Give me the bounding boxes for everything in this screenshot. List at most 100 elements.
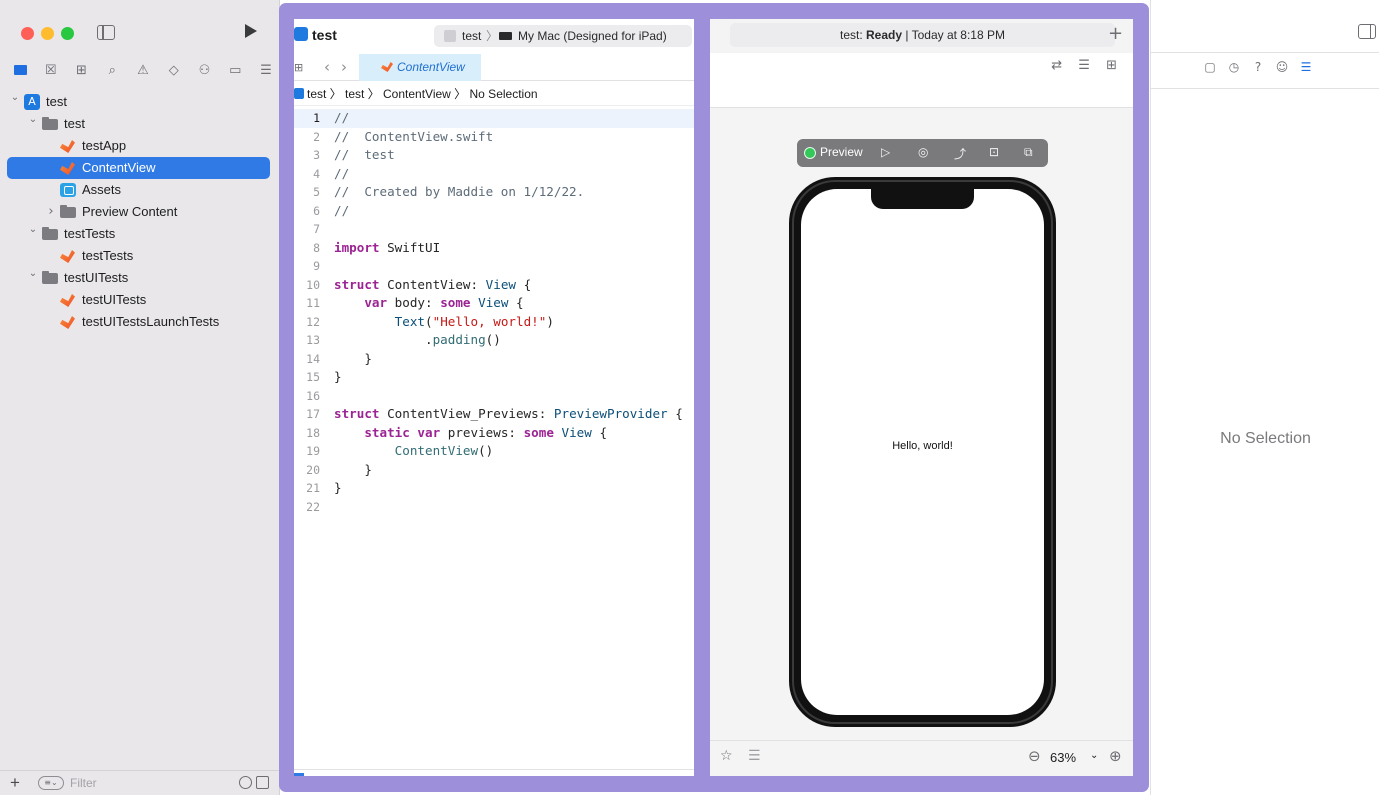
device-settings-icon[interactable]: ⊡ bbox=[989, 145, 999, 159]
editor-options-icons[interactable]: ⇄ ☰ ⊞ bbox=[1051, 58, 1123, 73]
back-chevron-icon[interactable]: ‹ bbox=[324, 58, 330, 76]
disclosure-closed-icon[interactable]: › bbox=[46, 201, 56, 223]
source-control-icon[interactable]: ☒ bbox=[43, 62, 59, 78]
code-area[interactable]: 1 // 2 // ContentView.swift 3 // test 4 // 5 // C… bbox=[294, 109, 694, 516]
report-icon[interactable]: ☰ bbox=[258, 62, 274, 78]
code-line[interactable]: 21} bbox=[294, 479, 694, 498]
device-screen[interactable]: Hello, world! bbox=[801, 189, 1044, 715]
tree-item[interactable]: › Preview Content bbox=[0, 201, 280, 223]
code-line[interactable]: 4 // bbox=[294, 165, 694, 184]
code-line[interactable]: 22 bbox=[294, 498, 694, 517]
help-icon[interactable]: ? bbox=[1251, 60, 1265, 76]
minimize-window-button[interactable] bbox=[41, 27, 54, 40]
related-items-icon[interactable]: ⊞ bbox=[294, 61, 303, 74]
code-line[interactable]: 7 bbox=[294, 220, 694, 239]
jump-bar[interactable]: test 〉 test 〉 ContentView 〉 No Selection bbox=[294, 82, 694, 106]
code-line[interactable]: 5 // Created by Maddie on 1/12/22. bbox=[294, 183, 694, 202]
scheme-selector[interactable]: test 〉 My Mac (Designed for iPad) bbox=[434, 25, 692, 47]
add-editor-button[interactable]: + bbox=[1108, 23, 1123, 44]
inspector-tab-bar: ▢ ◷? ☺ ☰ bbox=[1203, 60, 1313, 76]
tree-item[interactable]: Assets bbox=[0, 179, 280, 201]
recent-files-filter-icon[interactable] bbox=[239, 776, 252, 789]
warning-icon[interactable]: ⚠ bbox=[135, 62, 151, 78]
tree-item[interactable]: ⌄ testTests bbox=[0, 223, 280, 245]
filter-options-icon[interactable]: ≡⌄ bbox=[38, 776, 64, 790]
code-line[interactable]: 6 // bbox=[294, 202, 694, 221]
line-number: 13 bbox=[306, 333, 320, 347]
tree-item[interactable]: ContentView bbox=[7, 157, 270, 179]
line-number: 18 bbox=[306, 425, 320, 440]
line-number: 4 bbox=[313, 166, 320, 181]
add-file-button[interactable]: + bbox=[10, 773, 20, 793]
scheme-name[interactable]: test bbox=[462, 25, 481, 47]
preview-label[interactable]: Preview bbox=[820, 145, 863, 159]
close-window-button[interactable] bbox=[21, 27, 34, 40]
symbol-icon[interactable]: ⊞ bbox=[74, 62, 90, 78]
run-button[interactable] bbox=[245, 24, 257, 38]
tree-item[interactable]: ⌄ test bbox=[0, 113, 280, 135]
clock-icon[interactable]: ◷ bbox=[1227, 60, 1241, 76]
code-line[interactable]: 2 // ContentView.swift bbox=[294, 128, 694, 147]
disclosure-open-icon[interactable]: ⌄ bbox=[10, 87, 20, 109]
sidebar-toggle-icon[interactable] bbox=[97, 25, 115, 40]
code-line[interactable]: 14 } bbox=[294, 350, 694, 369]
search-icon[interactable]: ⌕ bbox=[104, 62, 120, 78]
source-control-filter-icon[interactable] bbox=[256, 776, 269, 789]
zoom-out-icon[interactable]: ⊖ bbox=[1028, 747, 1041, 765]
tree-item[interactable]: testUITestsLaunchTests bbox=[0, 311, 280, 333]
live-preview-icon[interactable]: ▷ bbox=[881, 145, 890, 159]
rotate-device-icon[interactable]: ⤴ bbox=[954, 145, 966, 162]
disclosure-open-icon[interactable]: ⌄ bbox=[28, 109, 38, 131]
disclosure-open-icon[interactable]: ⌄ bbox=[28, 263, 38, 285]
navigator-filter-input[interactable] bbox=[70, 775, 210, 791]
tab-contentview[interactable]: ContentView bbox=[359, 54, 481, 81]
code-line[interactable]: 3 // test bbox=[294, 146, 694, 165]
diamond-icon[interactable]: ◇ bbox=[166, 62, 182, 78]
accessibility-icon[interactable]: ☺ bbox=[1275, 60, 1289, 76]
pin-icon[interactable]: ☆ bbox=[720, 748, 733, 764]
code-line[interactable]: 9 bbox=[294, 257, 694, 276]
run-destination[interactable]: My Mac (Designed for iPad) bbox=[518, 25, 667, 47]
forward-chevron-icon[interactable]: › bbox=[341, 58, 347, 76]
code-line[interactable]: 13 .padding() bbox=[294, 331, 694, 350]
zoom-window-button[interactable] bbox=[61, 27, 74, 40]
line-number: 5 bbox=[313, 185, 320, 199]
zoom-chevron-down-icon[interactable]: ⌄ bbox=[1090, 750, 1098, 761]
canvas-bottom-bar: ☆ ☰ ⊖ 63% ⌄ ⊕ bbox=[710, 740, 1133, 776]
code-line[interactable]: 20 } bbox=[294, 461, 694, 480]
zoom-level[interactable]: 63% bbox=[1050, 750, 1076, 765]
code-line[interactable]: 10 struct ContentView: View { bbox=[294, 276, 694, 295]
document-icon[interactable]: ▢ bbox=[1203, 60, 1217, 76]
code-text: struct ContentView_Previews: PreviewProv… bbox=[334, 405, 683, 424]
code-line[interactable]: 8 import SwiftUI bbox=[294, 239, 694, 258]
folder-icon[interactable] bbox=[12, 62, 28, 78]
zoom-in-icon[interactable]: ⊕ bbox=[1109, 747, 1122, 765]
debug-icon[interactable]: ⚇ bbox=[197, 62, 213, 78]
jump-bar-path[interactable]: test 〉 test 〉 ContentView 〉 No Selection bbox=[307, 82, 538, 106]
variants-icon[interactable]: ☰ bbox=[748, 748, 761, 764]
tree-item[interactable]: ⌄ testUITests bbox=[0, 267, 280, 289]
disclosure-open-icon[interactable]: ⌄ bbox=[28, 219, 38, 241]
breakpoint-icon[interactable]: ▭ bbox=[227, 62, 243, 78]
tree-item[interactable]: ⌄ Atest bbox=[0, 91, 280, 113]
code-line[interactable]: 1 // bbox=[294, 109, 694, 128]
tree-item[interactable]: testTests bbox=[0, 245, 280, 267]
inspector-toggle-icon[interactable] bbox=[1358, 24, 1376, 39]
tree-item[interactable]: testApp bbox=[0, 135, 280, 157]
code-line[interactable]: 17 struct ContentView_Previews: PreviewPr… bbox=[294, 405, 694, 424]
code-line[interactable]: 16 bbox=[294, 387, 694, 406]
preview-canvas: test: Ready | Today at 8:18 PM + ⇄ ☰ ⊞ P… bbox=[710, 19, 1133, 776]
inspect-preview-icon[interactable]: ◎ bbox=[918, 145, 928, 159]
code-line[interactable]: 18 static var previews: some View { bbox=[294, 424, 694, 443]
sliders-icon[interactable]: ☰ bbox=[1299, 60, 1313, 76]
tree-item[interactable]: testUITests bbox=[0, 289, 280, 311]
function-name: ContentView bbox=[394, 443, 479, 458]
editor-status-bar bbox=[294, 769, 694, 776]
code-line[interactable]: 15} bbox=[294, 368, 694, 387]
duplicate-preview-icon[interactable]: ⧉ bbox=[1024, 145, 1033, 160]
code-line[interactable]: 11 var body: some View { bbox=[294, 294, 694, 313]
code-line[interactable]: 19 ContentView() bbox=[294, 442, 694, 461]
line-number: 14 bbox=[306, 351, 320, 366]
code-line[interactable]: 12 Text("Hello, world!") bbox=[294, 313, 694, 332]
